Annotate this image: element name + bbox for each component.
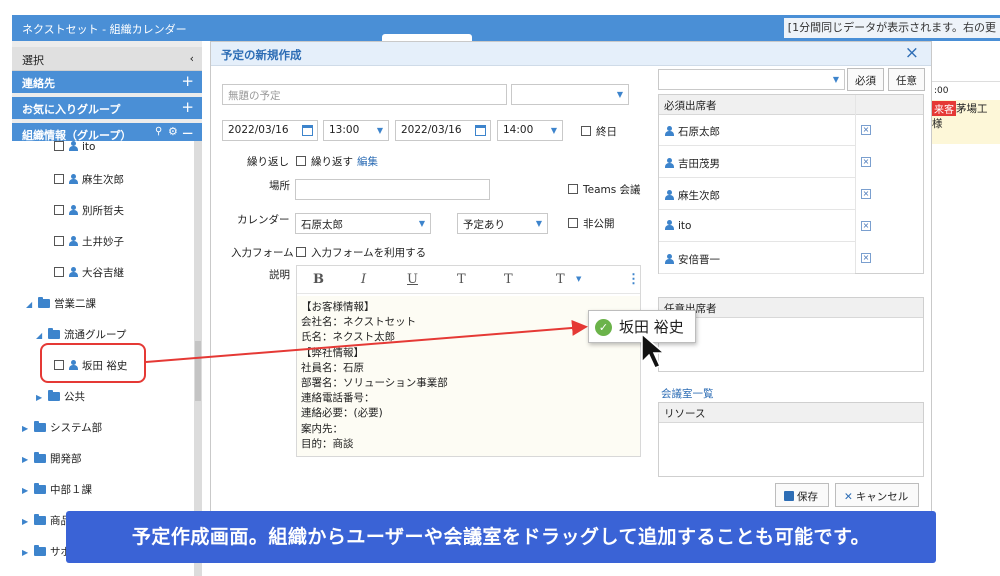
check-icon: ✓ xyxy=(595,319,612,336)
mouse-cursor-icon xyxy=(641,332,667,369)
caption-banner: 予定作成画面。組織からユーザーや会議室をドラッグして追加することも可能です。 xyxy=(66,511,936,563)
drag-arrow xyxy=(145,319,588,363)
